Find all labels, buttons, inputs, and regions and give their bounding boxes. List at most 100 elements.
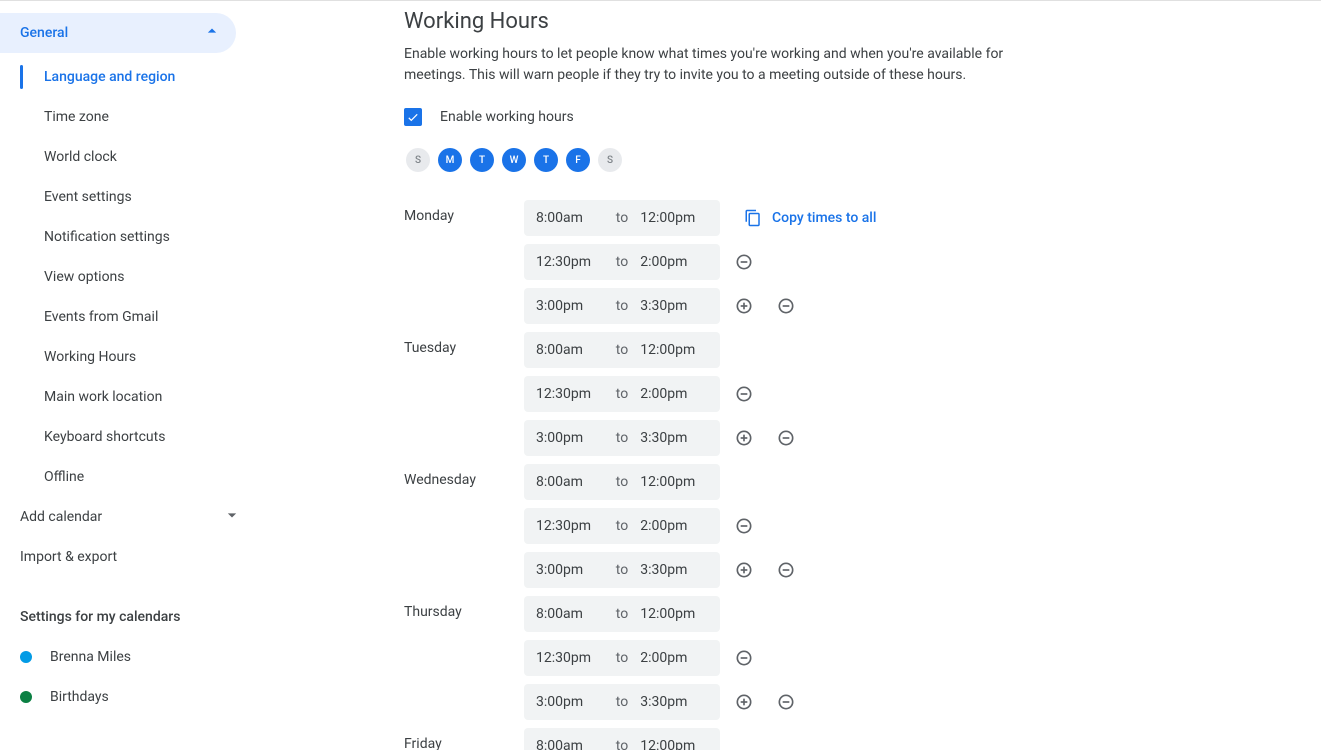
sidebar-item-language-and-region[interactable]: Language and region (0, 57, 256, 97)
day-chip-s[interactable]: S (406, 148, 430, 172)
end-time[interactable]: 2:00pm (636, 518, 712, 534)
enable-working-hours-checkbox[interactable] (404, 108, 422, 126)
time-slot-row: 12:30pmto2:00pm (524, 636, 804, 680)
start-time[interactable]: 8:00am (532, 342, 608, 358)
sidebar-item-offline[interactable]: Offline (0, 457, 256, 497)
start-time[interactable]: 3:00pm (532, 430, 608, 446)
end-time[interactable]: 2:00pm (636, 650, 712, 666)
start-time[interactable]: 8:00am (532, 474, 608, 490)
add-slot-icon[interactable] (726, 552, 762, 588)
copy-times-to-all[interactable]: Copy times to all (744, 209, 876, 227)
start-time[interactable]: 12:30pm (532, 386, 608, 402)
sidebar-item-notification-settings[interactable]: Notification settings (0, 217, 256, 257)
day-chip-s[interactable]: S (598, 148, 622, 172)
time-slot-row: 8:00amto12:00pm (524, 724, 720, 750)
start-time[interactable]: 12:30pm (532, 518, 608, 534)
chevron-up-icon (202, 21, 222, 45)
sidebar-import-export[interactable]: Import & export (0, 537, 256, 577)
start-time[interactable]: 3:00pm (532, 562, 608, 578)
remove-slot-icon[interactable] (726, 376, 762, 412)
remove-slot-icon[interactable] (768, 684, 804, 720)
start-time[interactable]: 12:30pm (532, 650, 608, 666)
copy-icon (744, 209, 762, 227)
sidebar-item-working-hours[interactable]: Working Hours (0, 337, 256, 377)
chevron-down-icon (222, 505, 242, 529)
day-block-wednesday: Wednesday 8:00amto12:00pm 12:30pmto2:00pm 3… (404, 460, 1281, 592)
start-time[interactable]: 3:00pm (532, 298, 608, 314)
sidebar-item-main-work-location[interactable]: Main work location (0, 377, 256, 417)
sidebar-item-time-zone[interactable]: Time zone (0, 97, 256, 137)
end-time[interactable]: 3:30pm (636, 562, 712, 578)
day-block-monday: Monday8:00amto12:00pmCopy times to all12… (404, 196, 1281, 328)
sidebar-item-keyboard-shortcuts[interactable]: Keyboard shortcuts (0, 417, 256, 457)
day-label: Wednesday (404, 460, 524, 592)
sidebar-item-label: Add calendar (20, 509, 102, 525)
sidebar-item-label: Notification settings (44, 229, 170, 245)
end-time[interactable]: 3:30pm (636, 298, 712, 314)
sidebar-item-label: View options (44, 269, 125, 285)
time-slot-row: 8:00amto12:00pm (524, 592, 804, 636)
day-chip-m[interactable]: M (438, 148, 462, 172)
end-time[interactable]: 2:00pm (636, 254, 712, 270)
copy-label: Copy times to all (772, 210, 876, 226)
end-time[interactable]: 3:30pm (636, 430, 712, 446)
to-label: to (608, 298, 636, 314)
to-label: to (608, 474, 636, 490)
start-time[interactable]: 3:00pm (532, 694, 608, 710)
sidebar-item-label: Language and region (44, 69, 175, 85)
day-label: Thursday (404, 592, 524, 724)
start-time[interactable]: 12:30pm (532, 254, 608, 270)
add-slot-icon[interactable] (726, 684, 762, 720)
time-range-input: 8:00amto12:00pm (524, 200, 720, 236)
start-time[interactable]: 8:00am (532, 738, 608, 750)
remove-slot-icon[interactable] (726, 508, 762, 544)
remove-slot-icon[interactable] (768, 420, 804, 456)
end-time[interactable]: 12:00pm (636, 342, 712, 358)
to-label: to (608, 738, 636, 750)
remove-slot-icon[interactable] (726, 244, 762, 280)
sidebar-add-calendar[interactable]: Add calendar (0, 497, 256, 537)
time-range-input: 8:00amto12:00pm (524, 332, 720, 368)
add-slot-icon[interactable] (726, 420, 762, 456)
time-slot-row: 3:00pmto3:30pm (524, 416, 804, 460)
sidebar-section-general[interactable]: General (0, 13, 236, 53)
time-slot-row: 3:00pmto3:30pm (524, 284, 876, 328)
day-chip-t[interactable]: T (534, 148, 558, 172)
day-block-tuesday: Tuesday8:00amto12:00pm12:30pmto2:00pm3:0… (404, 328, 1281, 460)
end-time[interactable]: 3:30pm (636, 694, 712, 710)
day-chip-f[interactable]: F (566, 148, 590, 172)
time-range-input: 8:00amto12:00pm (524, 596, 720, 632)
sidebar-item-events-from-gmail[interactable]: Events from Gmail (0, 297, 256, 337)
end-time[interactable]: 12:00pm (636, 210, 712, 226)
remove-slot-icon[interactable] (768, 552, 804, 588)
calendar-label: Brenna Miles (50, 649, 131, 665)
sidebar-item-view-options[interactable]: View options (0, 257, 256, 297)
end-time[interactable]: 12:00pm (636, 606, 712, 622)
sidebar-item-label: Events from Gmail (44, 309, 158, 325)
day-label: Tuesday (404, 328, 524, 460)
remove-slot-icon[interactable] (726, 640, 762, 676)
time-range-input: 3:00pmto3:30pm (524, 420, 720, 456)
sidebar-item-world-clock[interactable]: World clock (0, 137, 256, 177)
sidebar-item-event-settings[interactable]: Event settings (0, 177, 256, 217)
calendar-brenna-miles[interactable]: Brenna Miles (0, 637, 256, 677)
day-chip-w[interactable]: W (502, 148, 526, 172)
calendar-color-dot (20, 691, 32, 703)
time-range-input: 12:30pmto2:00pm (524, 244, 720, 280)
time-slot-row: 12:30pmto2:00pm (524, 504, 804, 548)
end-time[interactable]: 12:00pm (636, 474, 712, 490)
sidebar-heading-my-calendars: Settings for my calendars (0, 597, 256, 637)
remove-slot-icon[interactable] (768, 288, 804, 324)
calendar-birthdays[interactable]: Birthdays (0, 677, 256, 717)
start-time[interactable]: 8:00am (532, 210, 608, 226)
end-time[interactable]: 12:00pm (636, 738, 712, 750)
day-chip-t[interactable]: T (470, 148, 494, 172)
start-time[interactable]: 8:00am (532, 606, 608, 622)
add-slot-icon[interactable] (726, 288, 762, 324)
day-block-thursday: Thursday8:00amto12:00pm 12:30pmto2:00pm 3:… (404, 592, 1281, 724)
sidebar-section-label: General (20, 25, 68, 41)
sidebar-item-label: Import & export (20, 549, 117, 565)
time-range-input: 3:00pmto3:30pm (524, 684, 720, 720)
end-time[interactable]: 2:00pm (636, 386, 712, 402)
sidebar-item-label: World clock (44, 149, 117, 165)
